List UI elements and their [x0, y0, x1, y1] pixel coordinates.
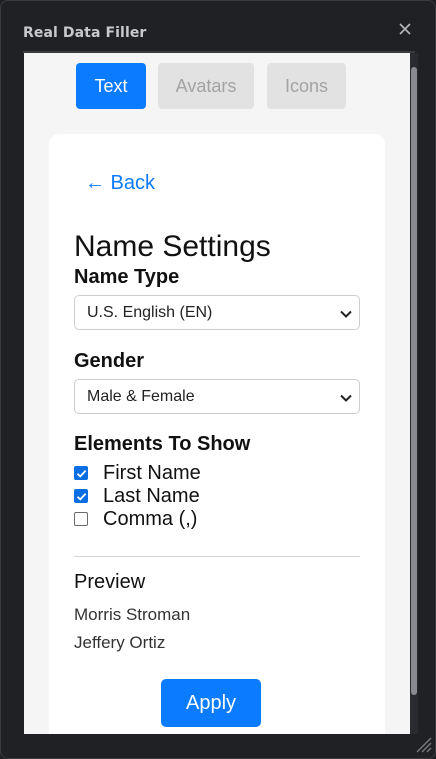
content-area: Text Avatars Icons ← Back Name Settings …	[24, 53, 410, 734]
back-link[interactable]: ← Back	[85, 172, 155, 195]
checkbox-checked-icon[interactable]	[74, 466, 88, 480]
gender-select[interactable]: Male & Female	[74, 379, 360, 414]
name-type-label: Name Type	[74, 266, 180, 288]
chevron-down-icon	[340, 394, 352, 402]
scrollbar-thumb[interactable]	[411, 67, 417, 695]
gender-value: Male & Female	[87, 387, 195, 405]
checkbox-first-name[interactable]: First Name	[74, 462, 201, 484]
checkbox-label: Last Name	[103, 484, 200, 507]
window-title: Real Data Filler	[23, 25, 147, 41]
settings-card: ← Back Name Settings Name Type U.S. Engl…	[49, 134, 385, 734]
name-type-value: U.S. English (EN)	[87, 303, 213, 321]
name-type-select[interactable]: U.S. English (EN)	[74, 295, 360, 330]
preview-line: Jeffery Ortiz	[74, 633, 166, 652]
tab-avatars[interactable]: Avatars	[158, 63, 254, 109]
resize-grip-icon[interactable]	[411, 732, 433, 754]
tab-text[interactable]: Text	[76, 63, 146, 109]
preview-line: Morris Stroman	[74, 605, 191, 624]
checkbox-label: First Name	[103, 461, 201, 484]
checkbox-unchecked-icon[interactable]	[74, 512, 88, 526]
title-bar: Real Data Filler	[1, 1, 435, 51]
chevron-down-icon	[340, 310, 352, 318]
divider	[74, 556, 360, 557]
tab-icons[interactable]: Icons	[267, 63, 346, 109]
checkbox-label: Comma (,)	[103, 507, 198, 530]
checkbox-comma[interactable]: Comma (,)	[74, 508, 197, 530]
checkbox-checked-icon[interactable]	[74, 489, 88, 503]
extension-window: Real Data Filler Text Avatars Icons ← Ba…	[0, 0, 436, 759]
page-title: Name Settings	[74, 230, 271, 263]
close-icon[interactable]	[395, 19, 415, 39]
checkbox-last-name[interactable]: Last Name	[74, 485, 200, 507]
apply-button[interactable]: Apply	[161, 679, 261, 727]
preview-title: Preview	[74, 571, 146, 593]
elements-label: Elements To Show	[74, 433, 251, 455]
gender-label: Gender	[74, 350, 145, 372]
